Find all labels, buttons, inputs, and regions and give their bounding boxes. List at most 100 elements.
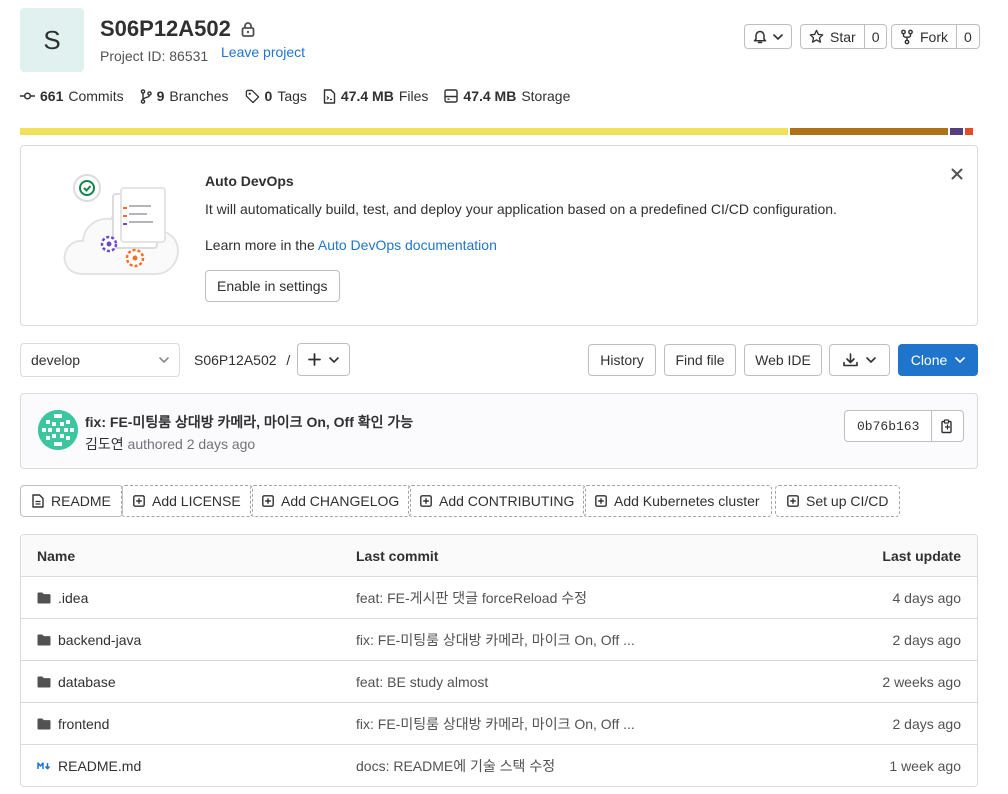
star-count[interactable]: 0	[863, 25, 887, 48]
language-segment[interactable]	[20, 128, 788, 135]
setup-cicd-button[interactable]: Set up CI/CD	[775, 485, 901, 517]
download-icon	[843, 353, 858, 367]
file-name[interactable]: README.md	[58, 758, 141, 774]
commit-author[interactable]: 김도연	[85, 436, 124, 452]
star-label: Star	[830, 28, 856, 45]
table-row[interactable]: README.md docs: README에 기술 스택 수정 1 week ag…	[21, 745, 977, 786]
files-size: 47.4 MB	[340, 88, 394, 104]
fork-count[interactable]: 0	[956, 25, 979, 48]
copy-sha-button[interactable]	[931, 411, 963, 441]
folder-icon	[37, 676, 51, 688]
repository-languages-bar[interactable]	[20, 128, 978, 135]
storage-stat[interactable]: 47.4 MB Storage	[444, 88, 570, 104]
project-name: S06P12A502	[100, 16, 231, 41]
copy-icon	[941, 418, 954, 434]
devops-docs-link[interactable]: Auto DevOps documentation	[318, 237, 497, 253]
file-last-commit[interactable]: docs: README에 기술 스택 수정	[356, 745, 555, 786]
files-stat[interactable]: 47.4 MB Files	[323, 88, 428, 104]
project-title: S06P12A502	[100, 16, 255, 42]
star-icon	[809, 29, 824, 44]
file-name[interactable]: backend-java	[58, 632, 141, 648]
commit-meta: 김도연 authored 2 days ago	[85, 434, 255, 454]
plus-square-icon	[787, 495, 799, 507]
file-name-cell[interactable]: frontend	[37, 703, 109, 744]
language-segment[interactable]	[790, 128, 948, 135]
add-file-dropdown[interactable]	[297, 343, 350, 376]
project-avatar-letter: S	[43, 24, 61, 55]
project-stats: 661 Commits 9 Branches 0 Tags 47.4 MB Files …	[20, 88, 570, 104]
chevron-down-icon	[955, 357, 966, 363]
branches-stat[interactable]: 9 Branches	[140, 88, 229, 104]
table-row[interactable]: database feat: BE study almost 2 weeks ago	[21, 661, 977, 703]
table-row[interactable]: .idea feat: FE-게시판 댓글 forceReload 수정 4 day…	[21, 577, 977, 619]
file-text-icon	[32, 494, 44, 508]
file-name-cell[interactable]: .idea	[37, 577, 88, 618]
close-icon[interactable]	[949, 166, 965, 182]
history-button[interactable]: History	[588, 344, 656, 376]
fork-button[interactable]: Fork 0	[891, 24, 980, 49]
branch-icon	[140, 88, 152, 104]
file-name-cell[interactable]: database	[37, 661, 116, 702]
enable-in-settings-button[interactable]: Enable in settings	[205, 270, 340, 302]
bell-icon	[753, 29, 767, 44]
file-name-cell[interactable]: README.md	[37, 745, 141, 786]
commit-title[interactable]: fix: FE-미팅룸 상대방 카메라, 마이크 On, Off 확인 가능	[85, 412, 413, 432]
commits-label: Commits	[68, 88, 124, 104]
branches-label: Branches	[169, 88, 229, 104]
plus-icon	[308, 353, 321, 366]
clone-button[interactable]: Clone	[898, 344, 978, 376]
file-name[interactable]: frontend	[58, 716, 109, 732]
file-last-commit[interactable]: fix: FE-미팅룸 상대방 카메라, 마이크 On, Off ...	[356, 619, 635, 660]
readme-button[interactable]: README	[20, 485, 123, 517]
add-contributing-button[interactable]: Add CONTRIBUTING	[408, 485, 587, 517]
file-tree-table: Name Last commit Last update .idea feat: …	[20, 534, 978, 787]
branch-name: develop	[31, 352, 81, 368]
chevron-down-icon	[159, 357, 169, 363]
header-last-commit: Last commit	[356, 547, 439, 564]
language-segment[interactable]	[950, 128, 963, 135]
leave-project-link[interactable]: Leave project	[221, 44, 305, 60]
table-row[interactable]: frontend fix: FE-미팅룸 상대방 카메라, 마이크 On, Off…	[21, 703, 977, 745]
file-last-update: 1 week ago	[889, 758, 961, 774]
web-ide-button[interactable]: Web IDE	[744, 344, 822, 376]
tags-stat[interactable]: 0 Tags	[245, 88, 307, 104]
add-kubernetes-cluster-button[interactable]: Add Kubernetes cluster	[583, 485, 772, 517]
chevron-down-icon	[773, 33, 783, 40]
add-contributing-label: Add CONTRIBUTING	[439, 493, 575, 509]
files-label: Files	[398, 88, 429, 104]
download-button[interactable]	[829, 344, 890, 376]
devops-learn-more: Learn more in the Auto DevOps documentat…	[205, 237, 497, 253]
commit-sha[interactable]: 0b76b163	[845, 411, 931, 441]
notification-button[interactable]	[744, 24, 792, 49]
add-changelog-button[interactable]: Add CHANGELOG	[250, 485, 412, 517]
plus-square-icon	[420, 495, 432, 507]
add-license-label: Add LICENSE	[152, 493, 241, 509]
language-segment[interactable]	[965, 128, 973, 135]
avatar[interactable]	[38, 410, 78, 450]
storage-label: Storage	[521, 88, 571, 104]
project-avatar[interactable]: S	[20, 8, 84, 72]
branch-selector[interactable]: develop	[20, 343, 180, 377]
clone-label: Clone	[910, 352, 948, 368]
star-button[interactable]: Star 0	[800, 24, 888, 49]
file-name[interactable]: .idea	[58, 590, 88, 606]
file-last-commit[interactable]: feat: FE-게시판 댓글 forceReload 수정	[356, 577, 587, 618]
file-name[interactable]: database	[58, 674, 116, 690]
file-last-update: 2 days ago	[892, 715, 962, 732]
file-last-commit[interactable]: fix: FE-미팅룸 상대방 카메라, 마이크 On, Off ...	[356, 703, 635, 744]
storage-size: 47.4 MB	[463, 88, 517, 104]
table-row[interactable]: backend-java fix: FE-미팅룸 상대방 카메라, 마이크 On,…	[21, 619, 977, 661]
file-name-cell[interactable]: backend-java	[37, 619, 141, 660]
file-last-commit[interactable]: feat: BE study almost	[356, 661, 488, 702]
add-license-button[interactable]: Add LICENSE	[121, 485, 253, 517]
file-last-update: 2 days ago	[892, 631, 962, 648]
commits-stat[interactable]: 661 Commits	[20, 88, 124, 104]
breadcrumb-project[interactable]: S06P12A502	[194, 352, 277, 368]
storage-icon	[444, 89, 459, 103]
setup-cicd-label: Set up CI/CD	[806, 493, 889, 509]
breadcrumb: S06P12A502 /	[194, 352, 290, 368]
commit-sha-group: 0b76b163	[844, 410, 965, 442]
find-file-button[interactable]: Find file	[664, 344, 736, 376]
add-kubernetes-label: Add Kubernetes cluster	[614, 493, 760, 509]
tags-label: Tags	[277, 88, 307, 104]
